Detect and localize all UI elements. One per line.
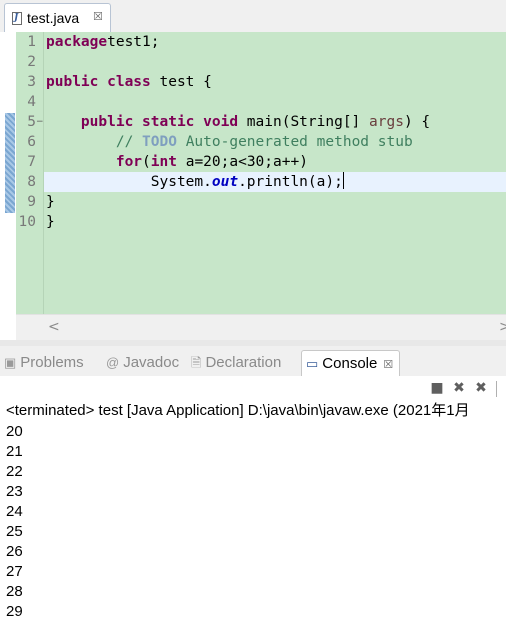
scroll-left-icon[interactable]: < bbox=[48, 319, 60, 335]
editor-tab-bar: J test.java ☒ bbox=[0, 0, 506, 33]
scroll-right-icon[interactable]: > bbox=[499, 319, 506, 335]
fold-collapse-icon[interactable]: − bbox=[36, 117, 44, 127]
console-line: 22 bbox=[6, 463, 23, 480]
close-icon[interactable]: ☒ bbox=[93, 10, 103, 23]
line-number: 9 bbox=[27, 194, 36, 210]
console-icon: ▭ bbox=[306, 356, 319, 371]
close-icon[interactable]: ☒ bbox=[383, 359, 393, 371]
code-line[interactable]: public class test { bbox=[46, 72, 212, 92]
problems-icon: ▣ bbox=[4, 355, 17, 370]
remove-all-terminated-icon[interactable]: ✖ bbox=[473, 380, 489, 396]
code-line[interactable]: // TODO Auto-generated method stub bbox=[46, 132, 413, 152]
remove-launch-icon[interactable]: ✖ bbox=[451, 380, 467, 396]
editor-tab-label: test.java bbox=[27, 10, 80, 26]
line-number: 1 bbox=[27, 34, 36, 50]
line-number: 7 bbox=[27, 154, 36, 170]
tab-javadoc[interactable]: @ Javadoc bbox=[106, 350, 179, 376]
console-line: 21 bbox=[6, 443, 23, 460]
console-line: 27 bbox=[6, 563, 23, 580]
terminate-icon[interactable]: ■ bbox=[429, 380, 445, 396]
code-line[interactable]: } bbox=[46, 192, 55, 212]
code-line[interactable]: System.out.println(a); bbox=[46, 172, 344, 192]
code-line[interactable]: for(int a=20;a<30;a++) bbox=[46, 152, 308, 172]
console-line: 26 bbox=[6, 543, 23, 560]
view-tab-bar: ▣ Problems @ Javadoc 🗎 Declaration ▭ Console… bbox=[0, 346, 506, 377]
console-line: 23 bbox=[6, 483, 23, 500]
console-line: 28 bbox=[6, 583, 23, 600]
javadoc-icon: @ bbox=[106, 355, 120, 370]
toolbar-separator bbox=[496, 381, 497, 397]
editor-tab-test-java[interactable]: J test.java ☒ bbox=[4, 3, 111, 32]
tab-problems[interactable]: ▣ Problems bbox=[4, 350, 84, 376]
code-editor[interactable]: 1 2 3 4 5 6 7 8 9 10 − packagetest1; publ… bbox=[0, 32, 506, 346]
line-number: 4 bbox=[27, 94, 36, 110]
line-number: 5 bbox=[27, 114, 36, 130]
console-line: 24 bbox=[6, 503, 23, 520]
line-number: 6 bbox=[27, 134, 36, 150]
console-line: 29 bbox=[6, 603, 23, 620]
console-output[interactable]: 20 21 22 23 24 25 26 27 28 29 bbox=[6, 422, 23, 622]
code-line[interactable]: packagetest1; bbox=[46, 32, 160, 52]
change-marker bbox=[5, 113, 15, 213]
code-line[interactable]: } bbox=[46, 212, 55, 232]
text-caret bbox=[342, 172, 344, 189]
code-line[interactable]: public static void main(String[] args) { bbox=[46, 112, 430, 132]
line-number: 2 bbox=[27, 54, 36, 70]
console-toolbar: ■ ✖ ✖ bbox=[0, 376, 506, 402]
tab-console[interactable]: ▭ Console ☒ bbox=[301, 350, 401, 377]
declaration-icon: 🗎 bbox=[191, 355, 202, 370]
line-number: 8 bbox=[27, 174, 36, 190]
tab-declaration[interactable]: 🗎 Declaration bbox=[191, 350, 281, 376]
line-number: 3 bbox=[27, 74, 36, 90]
console-launch-info: <terminated> test [Java Application] D:\… bbox=[6, 402, 470, 419]
console-line: 20 bbox=[6, 423, 23, 440]
java-file-icon: J bbox=[12, 12, 22, 25]
horizontal-scrollbar[interactable]: < > bbox=[16, 314, 506, 341]
overview-ruler bbox=[3, 32, 15, 346]
console-line: 25 bbox=[6, 523, 23, 540]
line-number: 10 bbox=[18, 214, 36, 230]
